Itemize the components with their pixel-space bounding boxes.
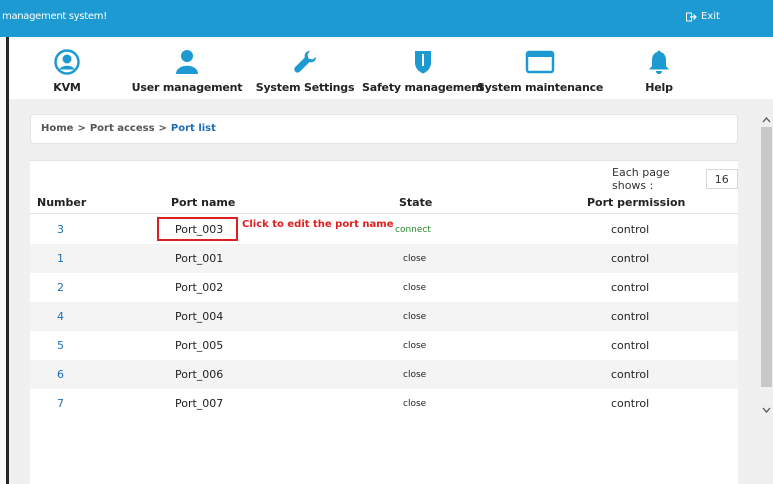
nav-kvm[interactable]: KVM [37, 37, 97, 99]
port-permission: control [611, 310, 650, 323]
port-number[interactable]: 6 [57, 368, 64, 381]
nav-user-management[interactable]: User management [132, 37, 243, 99]
annotation-callout: Click to edit the port name [242, 219, 394, 230]
nav-system-maintenance[interactable]: System maintenance [477, 37, 603, 99]
column-header-number[interactable]: Number [37, 196, 86, 209]
port-permission: control [611, 339, 650, 352]
table-row[interactable]: 4 Port_004 close control [30, 302, 738, 331]
page-size-input[interactable]: 16 [705, 169, 738, 189]
port-number[interactable]: 7 [57, 397, 64, 410]
user-circle-icon [52, 47, 82, 77]
port-state: close [403, 312, 427, 322]
port-state: close [403, 341, 427, 351]
main-nav: KVM User management System Settings Safe… [9, 37, 773, 99]
breadcrumb-separator: > [77, 123, 86, 134]
top-bar: management system! Exit [0, 0, 773, 37]
port-state: close [403, 254, 427, 264]
breadcrumb-separator: > [158, 123, 167, 134]
table-header: Number Port name State Port permission [30, 191, 738, 214]
port-name[interactable]: Port_005 [175, 339, 223, 352]
window-icon [525, 47, 555, 77]
port-name[interactable]: Port_003 [175, 223, 223, 236]
port-permission: control [611, 223, 650, 236]
port-name[interactable]: Port_007 [175, 397, 223, 410]
table-row[interactable]: 2 Port_002 close control [30, 273, 738, 302]
column-header-port-name[interactable]: Port name [171, 196, 235, 209]
content-area: Home > Port access > Port list Each page sho… [9, 99, 760, 484]
nav-label: System Settings [255, 81, 355, 94]
table-row[interactable]: 7 Port_007 close control [30, 389, 738, 418]
port-name[interactable]: Port_006 [175, 368, 223, 381]
nav-label: Safety management [362, 81, 484, 94]
port-name[interactable]: Port_002 [175, 281, 223, 294]
column-header-state[interactable]: State [399, 196, 432, 209]
scroll-thumb[interactable] [761, 127, 772, 387]
port-permission: control [611, 281, 650, 294]
port-name[interactable]: Port_001 [175, 252, 223, 265]
wrench-icon [290, 47, 320, 77]
table-row[interactable]: 5 Port_005 close control [30, 331, 738, 360]
port-permission: control [611, 252, 650, 265]
nav-safety-management[interactable]: Safety management [362, 37, 484, 99]
scroll-up-button[interactable] [760, 111, 773, 123]
table-row[interactable]: 3 Port_003 Click to edit the port name c… [30, 215, 738, 244]
bell-icon [644, 47, 674, 77]
port-number[interactable]: 1 [57, 252, 64, 265]
chevron-down-icon [762, 407, 771, 413]
breadcrumb-current: Port list [170, 123, 216, 134]
port-number[interactable]: 5 [57, 339, 64, 352]
port-number[interactable]: 4 [57, 310, 64, 323]
nav-label: KVM [53, 81, 81, 94]
table-row[interactable]: 1 Port_001 close control [30, 244, 738, 273]
left-edge [0, 37, 9, 484]
port-number[interactable]: 2 [57, 281, 64, 294]
port-state: close [403, 370, 427, 380]
port-name[interactable]: Port_004 [175, 310, 223, 323]
breadcrumb-panel: Home > Port access > Port list [30, 114, 738, 144]
nav-label: System maintenance [476, 81, 604, 94]
breadcrumb: Home > Port access > Port list [41, 123, 216, 134]
vertical-scrollbar[interactable] [760, 99, 773, 484]
nav-label: User management [131, 81, 243, 94]
port-number[interactable]: 3 [57, 223, 64, 236]
exit-label: Exit [701, 11, 720, 22]
page-size-control: Each page shows : 16 [612, 166, 738, 192]
column-header-permission[interactable]: Port permission [587, 196, 685, 209]
port-state: connect [395, 225, 431, 235]
nav-help[interactable]: Help [639, 37, 679, 99]
port-list-panel: Each page shows : 16 Number Port name St… [30, 160, 738, 484]
port-permission: control [611, 397, 650, 410]
exit-icon [686, 12, 697, 21]
shield-icon [408, 47, 438, 77]
table-row[interactable]: 6 Port_006 close control [30, 360, 738, 389]
port-state: close [403, 283, 427, 293]
breadcrumb-home[interactable]: Home [41, 123, 73, 134]
nav-system-settings[interactable]: System Settings [256, 37, 354, 99]
scroll-down-button[interactable] [760, 401, 773, 413]
port-permission: control [611, 368, 650, 381]
page-size-label: Each page shows : [612, 166, 670, 192]
chevron-up-icon [762, 117, 771, 123]
app-title: management system! [2, 11, 107, 22]
exit-button[interactable]: Exit [686, 11, 720, 22]
breadcrumb-port-access[interactable]: Port access [90, 123, 155, 134]
user-icon [172, 47, 202, 77]
nav-label: Help [645, 81, 673, 94]
port-state: close [403, 399, 427, 409]
